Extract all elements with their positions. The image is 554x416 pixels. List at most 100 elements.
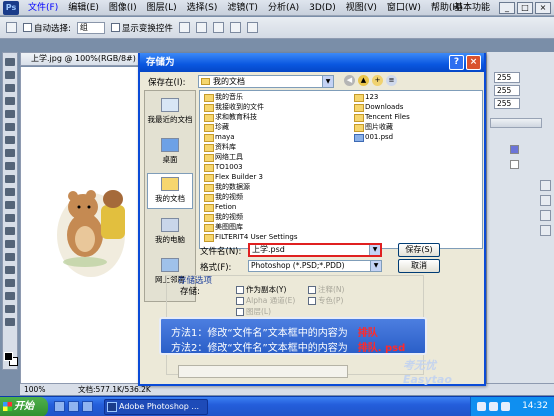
annotation-option[interactable]: 注释(N) <box>308 284 344 295</box>
show-transform-checkbox[interactable] <box>110 23 120 32</box>
menu-file[interactable]: 文件(F) <box>23 0 63 16</box>
menu-image[interactable]: 图像(I) <box>104 0 142 16</box>
color-value-g[interactable]: 255 <box>494 85 520 96</box>
brush-tool-icon[interactable] <box>5 149 15 157</box>
filename-input[interactable]: 上学.psd ▼ <box>248 243 382 257</box>
list-item[interactable]: 我的数据源 <box>204 183 250 192</box>
stamp-tool-icon[interactable] <box>5 162 15 170</box>
list-item[interactable]: 图片收藏 <box>354 123 393 132</box>
layers-option[interactable]: 图层(L) <box>236 306 271 317</box>
back-icon[interactable]: ◀ <box>344 75 355 86</box>
color-value-r[interactable]: 255 <box>494 72 520 83</box>
list-item[interactable]: 我的音乐 <box>204 93 243 102</box>
minimize-button[interactable]: _ <box>499 2 515 14</box>
align-icon[interactable] <box>212 22 224 33</box>
list-item[interactable]: TO1003 <box>204 163 243 172</box>
annotation-checkbox[interactable] <box>308 285 316 294</box>
dropdown-arrow-icon[interactable]: ▼ <box>322 76 333 87</box>
help-button[interactable]: ? <box>449 55 464 70</box>
move-tool-icon[interactable] <box>6 22 17 33</box>
list-item[interactable]: 我的视频 <box>204 213 243 222</box>
healing-tool-icon[interactable] <box>5 136 15 144</box>
tray-icon[interactable] <box>477 402 486 411</box>
alpha-checkbox[interactable] <box>236 296 244 305</box>
history-brush-tool-icon[interactable] <box>5 175 15 183</box>
menu-3d[interactable]: 3D(D) <box>304 0 341 16</box>
panel-swatch[interactable] <box>510 160 519 169</box>
list-item[interactable]: FILTERIT4 User Settings <box>204 233 298 242</box>
align-icon[interactable] <box>178 22 190 33</box>
menu-select[interactable]: 选择(S) <box>182 0 223 16</box>
hand-tool-icon[interactable] <box>5 305 15 313</box>
show-transform-option[interactable]: 显示变换控件 <box>110 22 173 34</box>
list-item[interactable]: 123 <box>354 93 378 102</box>
move-tool-icon[interactable] <box>5 58 15 66</box>
menu-window[interactable]: 窗口(W) <box>382 0 426 16</box>
list-item[interactable]: Tencent Files <box>354 113 410 122</box>
status-zoom[interactable]: 100% <box>24 384 45 395</box>
eyedropper-tool-icon[interactable] <box>5 123 15 131</box>
auto-select-dropdown[interactable]: 组 <box>76 21 105 34</box>
spot-checkbox[interactable] <box>308 296 316 305</box>
place-my-documents[interactable]: 我的文档 <box>147 173 193 209</box>
document-canvas[interactable] <box>20 67 140 383</box>
align-icon[interactable] <box>195 22 207 33</box>
crop-tool-icon[interactable] <box>5 110 15 118</box>
document-tab[interactable]: 上学.jpg @ 100%(RGB/8#) <box>20 52 140 66</box>
list-item[interactable]: Flex Builder 3 <box>204 173 263 182</box>
list-item[interactable]: 求和教育科技 <box>204 113 257 122</box>
menu-view[interactable]: 视图(V) <box>341 0 382 16</box>
quick-launch-icon[interactable] <box>54 401 65 412</box>
up-folder-icon[interactable]: ▲ <box>358 75 369 86</box>
list-item[interactable]: 网络工具 <box>204 153 243 162</box>
new-folder-icon[interactable]: + <box>372 75 383 86</box>
taskbar-task-photoshop[interactable]: Adobe Photoshop ... <box>104 399 208 415</box>
menu-edit[interactable]: 编辑(E) <box>63 0 104 16</box>
distribute-icon[interactable] <box>229 22 241 33</box>
panel-icon[interactable] <box>540 225 551 236</box>
3d-tool-icon[interactable] <box>5 292 15 300</box>
quick-launch-icon[interactable] <box>68 401 79 412</box>
color-value-b[interactable]: 255 <box>494 98 520 109</box>
tray-icon[interactable] <box>489 402 498 411</box>
file-list[interactable]: 我的音乐 我接收到的文件 求和教育科技 珍藏 maya 资料库 网络工具 TO1… <box>199 90 483 249</box>
list-item[interactable]: 我的视频 <box>204 193 243 202</box>
distribute-icon[interactable] <box>246 22 258 33</box>
panel-icon[interactable] <box>540 195 551 206</box>
panel-swatch[interactable] <box>510 145 519 154</box>
save-button[interactable]: 保存(S) <box>398 243 440 257</box>
maximize-button[interactable]: □ <box>517 2 533 14</box>
type-tool-icon[interactable] <box>5 253 15 261</box>
alpha-option[interactable]: Alpha 通道(E) <box>236 295 295 306</box>
close-button[interactable]: × <box>535 2 551 14</box>
list-item[interactable]: 001.psd <box>354 133 393 142</box>
list-item[interactable]: 我接收到的文件 <box>204 103 264 112</box>
shape-tool-icon[interactable] <box>5 279 15 287</box>
foreground-color[interactable] <box>4 352 13 361</box>
place-my-computer[interactable]: 我的电脑 <box>147 215 193 251</box>
menu-filter[interactable]: 滤镜(T) <box>222 0 263 16</box>
menu-analysis[interactable]: 分析(A) <box>263 0 304 16</box>
layers-checkbox[interactable] <box>236 307 244 316</box>
as-copy-checkbox[interactable] <box>236 285 244 294</box>
close-dialog-button[interactable]: × <box>466 55 481 70</box>
tray-icon[interactable] <box>501 402 510 411</box>
save-in-dropdown[interactable]: 我的文档 ▼ <box>198 75 334 88</box>
lasso-tool-icon[interactable] <box>5 84 15 92</box>
pen-tool-icon[interactable] <box>5 240 15 248</box>
list-item[interactable]: Downloads <box>354 103 403 112</box>
list-item[interactable]: maya <box>204 133 235 142</box>
as-copy-option[interactable]: 作为副本(Y) <box>236 284 286 295</box>
dropdown-arrow-icon[interactable]: ▼ <box>370 261 381 271</box>
marquee-tool-icon[interactable] <box>5 71 15 79</box>
place-recent[interactable]: 我最近的文档 <box>147 95 193 131</box>
menu-layer[interactable]: 图层(L) <box>142 0 182 16</box>
workspace-switcher[interactable]: 基本功能 <box>454 1 490 15</box>
spot-option[interactable]: 专色(P) <box>308 295 343 306</box>
cancel-button[interactable]: 取消 <box>398 259 440 273</box>
panel-icon[interactable] <box>540 210 551 221</box>
path-select-tool-icon[interactable] <box>5 266 15 274</box>
dropdown-arrow-icon[interactable]: ▼ <box>369 245 380 255</box>
list-item[interactable]: 资料库 <box>204 143 236 152</box>
blur-tool-icon[interactable] <box>5 214 15 222</box>
